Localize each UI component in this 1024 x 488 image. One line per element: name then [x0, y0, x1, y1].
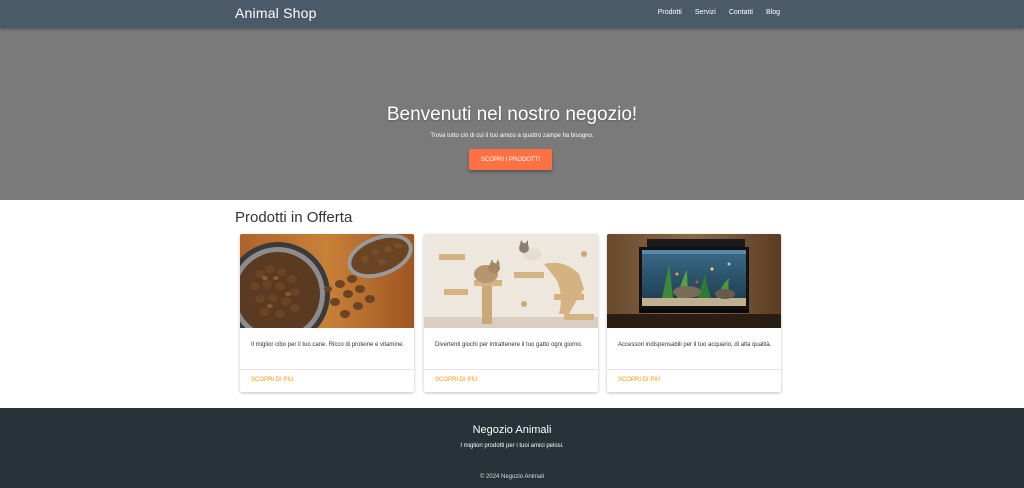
nav-link-contatti[interactable]: Contatti — [729, 9, 753, 16]
dog-food-image — [240, 234, 414, 328]
hero-title: Benvenuti nel nostro negozio! — [386, 104, 638, 125]
card-description: Divertenti giochi per intrattenere il tu… — [435, 342, 583, 348]
nav-link-prodotti[interactable]: Prodotti — [658, 9, 682, 16]
footer-subtitle: I migliori prodotti per i tuoi amici pel… — [460, 443, 564, 449]
discover-more-link[interactable]: SCOPRI DI PIÙ — [618, 377, 660, 383]
hero-banner: Benvenuti nel nostro negozio! Trova tutt… — [0, 28, 1024, 200]
footer-title: Negozio Animali — [472, 424, 552, 436]
product-card-cat-toys: Divertenti giochi per intrattenere il tu… — [424, 234, 598, 392]
footer-copyright: © 2024 Negozio Animali — [479, 474, 545, 480]
aquarium-image — [607, 234, 781, 328]
card-description: Accessori indispensabili per il tuo acqu… — [618, 342, 772, 348]
nav-link-servizi[interactable]: Servizi — [695, 9, 716, 16]
card-divider — [424, 369, 598, 370]
section-title: Prodotti in Offerta — [235, 209, 353, 226]
card-divider — [240, 369, 414, 370]
nav-link-blog[interactable]: Blog — [766, 9, 780, 16]
product-card-aquarium: Accessori indispensabili per il tuo acqu… — [607, 234, 781, 392]
nav-links: Prodotti Servizi Contatti Blog — [658, 9, 780, 16]
cat-climbing-image — [424, 234, 598, 328]
card-description: Il miglior cibo per il tuo cane. Ricco d… — [251, 342, 405, 348]
brand-logo[interactable]: Animal Shop — [235, 5, 317, 21]
discover-more-link[interactable]: SCOPRI DI PIÙ — [435, 377, 477, 383]
discover-more-link[interactable]: SCOPRI DI PIÙ — [251, 377, 293, 383]
navbar: Animal Shop Prodotti Servizi Contatti Bl… — [0, 0, 1024, 28]
card-divider — [607, 369, 781, 370]
footer: Negozio Animali I migliori prodotti per … — [0, 408, 1024, 488]
hero-subtitle: Trova tutto ciò di cui il tuo amico a qu… — [430, 133, 594, 139]
discover-products-button[interactable]: SCOPRI I PRODOTTI — [469, 149, 552, 170]
product-card-dog-food: Il miglior cibo per il tuo cane. Ricco d… — [240, 234, 414, 392]
